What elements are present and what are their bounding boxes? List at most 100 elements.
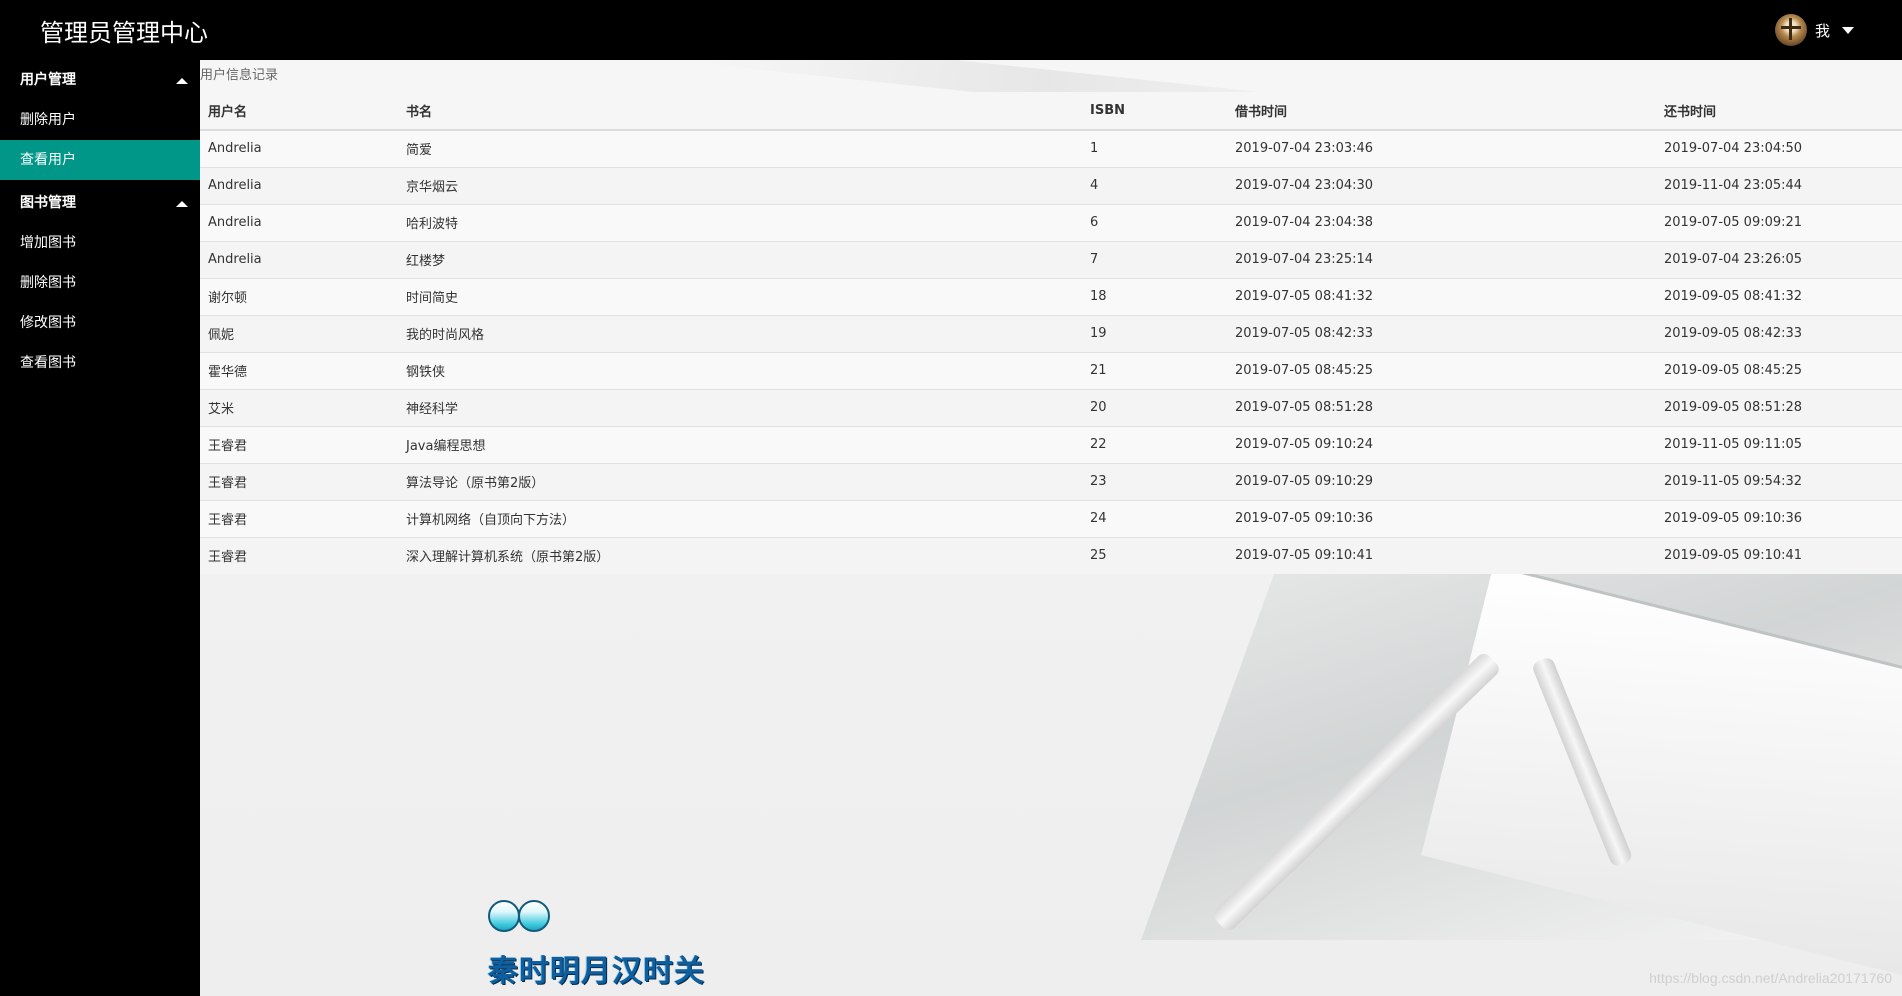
table-row: 谢尔顿 时间简史 18 2019-07-05 08:41:32 2019-09-05 0…: [200, 277, 1902, 315]
sidebar-item-edit-book[interactable]: 修改图书: [0, 303, 200, 343]
user-records-table: 用户名 书名 ISBN 借书时间 还书时间 Andrelia 简爱 1 2019-07-04 …: [200, 92, 1902, 574]
cell-return-time: 2019-09-05 09:10:36: [1656, 499, 1902, 537]
table-row: Andrelia 红楼梦 7 2019-07-04 23:25:14 2019-07-0…: [200, 240, 1902, 278]
top-header: 管理员管理中心 我: [0, 0, 1902, 60]
column-header: 借书时间: [1227, 92, 1656, 131]
user-avatar-icon[interactable]: [1774, 14, 1807, 46]
table-caption: 用户信息记录: [200, 68, 279, 83]
cell-username: 王睿君: [200, 499, 398, 537]
cell-isbn: 23: [1082, 462, 1227, 500]
cell-book-title: 京华烟云: [398, 166, 1082, 204]
cell-isbn: 21: [1082, 351, 1227, 389]
table-row: Andrelia 简爱 1 2019-07-04 23:03:46 2019-07-04…: [200, 129, 1902, 167]
cell-username: 王睿君: [200, 425, 398, 463]
sidebar-item-view-users[interactable]: 查看用户: [0, 140, 200, 180]
cell-return-time: 2019-09-05 08:41:32: [1656, 277, 1902, 315]
watermark: https://blog.csdn.net/Andrelia20171760: [1649, 970, 1892, 986]
table-row: 王睿君 算法导论（原书第2版） 23 2019-07-05 09:10:29 2019-…: [200, 462, 1902, 500]
cell-book-title: 计算机网络（自顶向下方法）: [398, 499, 1082, 537]
cell-book-title: 时间简史: [398, 277, 1082, 315]
table-row: Andrelia 京华烟云 4 2019-07-04 23:04:30 2019-11-…: [200, 166, 1902, 204]
table-body: Andrelia 简爱 1 2019-07-04 23:03:46 2019-07-04…: [200, 129, 1902, 574]
cell-book-title: 神经科学: [398, 388, 1082, 426]
table-row: 霍华德 钢铁侠 21 2019-07-05 08:45:25 2019-09-05 08…: [200, 351, 1902, 389]
bubble-icon: [518, 900, 550, 932]
app-title: 管理员管理中心: [40, 19, 208, 47]
records-panel: 用户信息记录 用户名 书名 ISBN 借书时间 还书时间 Andrelia 简爱 1 2019…: [200, 60, 1902, 574]
cell-username: Andrelia: [200, 129, 398, 167]
cell-book-title: 算法导论（原书第2版）: [398, 462, 1082, 500]
cell-borrow-time: 2019-07-05 09:10:36: [1227, 499, 1656, 537]
table-row: 王睿君 计算机网络（自顶向下方法） 24 2019-07-05 09:10:36 201…: [200, 499, 1902, 537]
cell-return-time: 2019-09-05 08:51:28: [1656, 388, 1902, 426]
cell-username: 王睿君: [200, 462, 398, 500]
cell-borrow-time: 2019-07-05 08:51:28: [1227, 388, 1656, 426]
cell-return-time: 2019-09-05 08:42:33: [1656, 314, 1902, 352]
cell-return-time: 2019-11-04 23:05:44: [1656, 166, 1902, 204]
cell-return-time: 2019-09-05 08:45:25: [1656, 351, 1902, 389]
caret-up-icon[interactable]: [176, 201, 188, 207]
cell-book-title: Java编程思想: [398, 425, 1082, 463]
sidebar-item-add-book[interactable]: 增加图书: [0, 223, 200, 263]
cell-return-time: 2019-11-05 09:54:32: [1656, 462, 1902, 500]
table-row: 王睿君 深入理解计算机系统（原书第2版） 25 2019-07-05 09:10:41…: [200, 536, 1902, 574]
cell-isbn: 24: [1082, 499, 1227, 537]
cell-borrow-time: 2019-07-05 09:10:24: [1227, 425, 1656, 463]
cell-return-time: 2019-07-04 23:26:05: [1656, 240, 1902, 278]
sidebar-item-view-books[interactable]: 查看图书: [0, 343, 200, 383]
user-menu[interactable]: 我: [1774, 14, 1854, 46]
cell-isbn: 19: [1082, 314, 1227, 352]
cell-book-title: 我的时尚风格: [398, 314, 1082, 352]
cell-borrow-time: 2019-07-05 08:41:32: [1227, 277, 1656, 315]
table-row: 艾米 神经科学 20 2019-07-05 08:51:28 2019-09-05 08…: [200, 388, 1902, 426]
user-label[interactable]: 我: [1815, 20, 1830, 41]
sidebar-item-delete-user[interactable]: 删除用户: [0, 100, 200, 140]
motto-decoration: 秦时明月汉时关: [488, 900, 705, 990]
cell-username: 佩妮: [200, 314, 398, 352]
cell-borrow-time: 2019-07-05 09:10:41: [1227, 536, 1656, 574]
cell-isbn: 25: [1082, 536, 1227, 574]
cell-book-title: 深入理解计算机系统（原书第2版）: [398, 536, 1082, 574]
cell-isbn: 18: [1082, 277, 1227, 315]
cell-isbn: 4: [1082, 166, 1227, 204]
cell-username: Andrelia: [200, 203, 398, 241]
cell-borrow-time: 2019-07-05 08:42:33: [1227, 314, 1656, 352]
column-header: ISBN: [1082, 92, 1227, 131]
table-header-row: 用户名 书名 ISBN 借书时间 还书时间: [200, 92, 1902, 131]
cell-username: 王睿君: [200, 536, 398, 574]
cell-borrow-time: 2019-07-04 23:04:30: [1227, 166, 1656, 204]
bubble-icon: [488, 900, 520, 932]
cell-borrow-time: 2019-07-04 23:03:46: [1227, 129, 1656, 167]
cell-return-time: 2019-07-05 09:09:21: [1656, 203, 1902, 241]
main-content: 用户信息记录 用户名 书名 ISBN 借书时间 还书时间 Andrelia 简爱 1 2019…: [200, 60, 1902, 996]
cell-borrow-time: 2019-07-04 23:04:38: [1227, 203, 1656, 241]
sidebar-group-user-management[interactable]: 用户管理: [0, 60, 200, 100]
column-header: 用户名: [200, 92, 398, 131]
bubbles-decoration: [488, 900, 705, 932]
table-row: Andrelia 哈利波特 6 2019-07-04 23:04:38 2019-07-…: [200, 203, 1902, 241]
table-row: 佩妮 我的时尚风格 19 2019-07-05 08:42:33 2019-09-05 …: [200, 314, 1902, 352]
cell-borrow-time: 2019-07-05 09:10:29: [1227, 462, 1656, 500]
cell-return-time: 2019-09-05 09:10:41: [1656, 536, 1902, 574]
cell-return-time: 2019-07-04 23:04:50: [1656, 129, 1902, 167]
column-header: 还书时间: [1656, 92, 1902, 131]
cell-isbn: 7: [1082, 240, 1227, 278]
cell-username: Andrelia: [200, 166, 398, 204]
cell-username: 谢尔顿: [200, 277, 398, 315]
cell-isbn: 1: [1082, 129, 1227, 167]
cell-book-title: 哈利波特: [398, 203, 1082, 241]
column-header: 书名: [398, 92, 1082, 131]
caret-down-icon[interactable]: [1842, 26, 1854, 34]
sidebar-group-label: 图书管理: [20, 195, 76, 211]
cell-username: 霍华德: [200, 351, 398, 389]
cell-book-title: 简爱: [398, 129, 1082, 167]
cell-return-time: 2019-11-05 09:11:05: [1656, 425, 1902, 463]
sidebar: 用户管理 删除用户 查看用户 图书管理 增加图书 删除图书 修改图书 查看图书: [0, 60, 200, 996]
cell-book-title: 红楼梦: [398, 240, 1082, 278]
cell-username: Andrelia: [200, 240, 398, 278]
cell-borrow-time: 2019-07-04 23:25:14: [1227, 240, 1656, 278]
sidebar-group-book-management[interactable]: 图书管理: [0, 183, 200, 223]
cell-book-title: 钢铁侠: [398, 351, 1082, 389]
sidebar-item-delete-book[interactable]: 删除图书: [0, 263, 200, 303]
caret-up-icon[interactable]: [176, 78, 188, 84]
